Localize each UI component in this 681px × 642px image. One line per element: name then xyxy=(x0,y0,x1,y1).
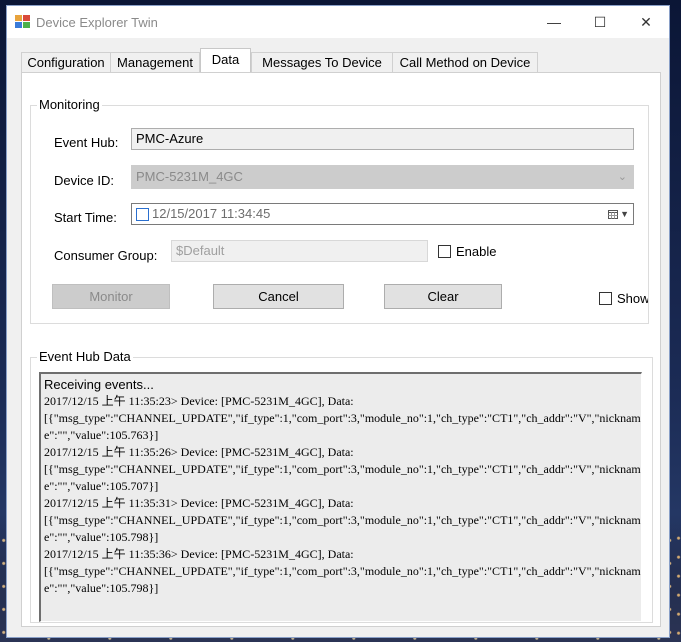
log-line: 2017/12/15 上午 11:35:31> Device: [PMC-523… xyxy=(44,496,354,510)
enable-checkbox[interactable] xyxy=(438,245,451,258)
log-line: e":"","value":105.798}] xyxy=(44,581,159,595)
consumer-group-field[interactable]: $Default xyxy=(171,240,428,262)
log-line: e":"","value":105.707}] xyxy=(44,479,159,493)
enable-label: Enable xyxy=(456,244,497,259)
tab-configuration[interactable]: Configuration xyxy=(21,52,111,72)
window-title: Device Explorer Twin xyxy=(36,15,158,30)
log-line: e":"","value":105.763}] xyxy=(44,428,159,442)
event-hub-label: Event Hub: xyxy=(54,135,119,150)
start-time-label: Start Time: xyxy=(54,210,117,225)
log-line: [{"msg_type":"CHANNEL_UPDATE","if_type":… xyxy=(44,564,641,578)
chevron-down-icon: ▼ xyxy=(620,209,629,219)
log-line: e":"","value":105.798}] xyxy=(44,530,159,544)
data-tab-panel: Monitoring Event Hub: PMC-Azure Device I… xyxy=(21,72,661,627)
log-line: Receiving events... xyxy=(44,377,154,392)
event-hub-data-group-label: Event Hub Data xyxy=(37,349,133,364)
log-line: 2017/12/15 上午 11:35:36> Device: [PMC-523… xyxy=(44,547,354,561)
cancel-button[interactable]: Cancel xyxy=(213,284,344,309)
minimize-button[interactable]: — xyxy=(531,6,577,38)
log-line: [{"msg_type":"CHANNEL_UPDATE","if_type":… xyxy=(44,513,641,527)
event-hub-data-textbox[interactable]: Receiving events... 2017/12/15 上午 11:35:… xyxy=(39,372,642,622)
tab-call-method-on-device[interactable]: Call Method on Device xyxy=(392,52,538,72)
tab-data[interactable]: Data xyxy=(200,48,251,73)
start-time-value: 12/15/2017 11:34:45 xyxy=(152,206,271,221)
log-line: [{"msg_type":"CHANNEL_UPDATE","if_type":… xyxy=(44,411,641,425)
app-window: Device Explorer Twin — ☐ ✕ Configuration… xyxy=(6,5,670,638)
event-hub-data-group: Event Hub Data Receiving events... 2017/… xyxy=(30,349,653,623)
show-label: Show s xyxy=(617,291,648,306)
monitoring-group-label: Monitoring xyxy=(37,97,102,112)
maximize-button[interactable]: ☐ xyxy=(577,6,623,38)
chevron-down-icon: ⌄ xyxy=(617,171,627,183)
log-line: [{"msg_type":"CHANNEL_UPDATE","if_type":… xyxy=(44,462,641,476)
device-id-value: PMC-5231M_4GC xyxy=(136,169,243,184)
start-time-checkbox[interactable] xyxy=(136,208,149,221)
event-hub-field[interactable]: PMC-Azure xyxy=(131,128,634,150)
consumer-group-label: Consumer Group: xyxy=(54,248,158,263)
log-line: 2017/12/15 上午 11:35:26> Device: [PMC-523… xyxy=(44,445,354,459)
close-button[interactable]: ✕ xyxy=(623,6,669,38)
device-id-label: Device ID: xyxy=(54,173,114,188)
clear-button[interactable]: Clear xyxy=(384,284,502,309)
calendar-icon[interactable] xyxy=(608,209,618,219)
tab-management[interactable]: Management xyxy=(110,52,200,72)
device-id-dropdown[interactable]: PMC-5231M_4GC ⌄ xyxy=(131,165,634,189)
monitor-button[interactable]: Monitor xyxy=(52,284,170,309)
app-icon xyxy=(15,15,30,28)
monitoring-group: Monitoring Event Hub: PMC-Azure Device I… xyxy=(30,97,649,324)
log-line: 2017/12/15 上午 11:35:23> Device: [PMC-523… xyxy=(44,394,354,408)
show-system-properties-checkbox[interactable] xyxy=(599,292,612,305)
start-time-picker[interactable]: 12/15/2017 11:34:45 ▼ xyxy=(131,203,634,225)
title-bar[interactable]: Device Explorer Twin — ☐ ✕ xyxy=(7,6,669,38)
tab-messages-to-device[interactable]: Messages To Device xyxy=(251,52,393,72)
